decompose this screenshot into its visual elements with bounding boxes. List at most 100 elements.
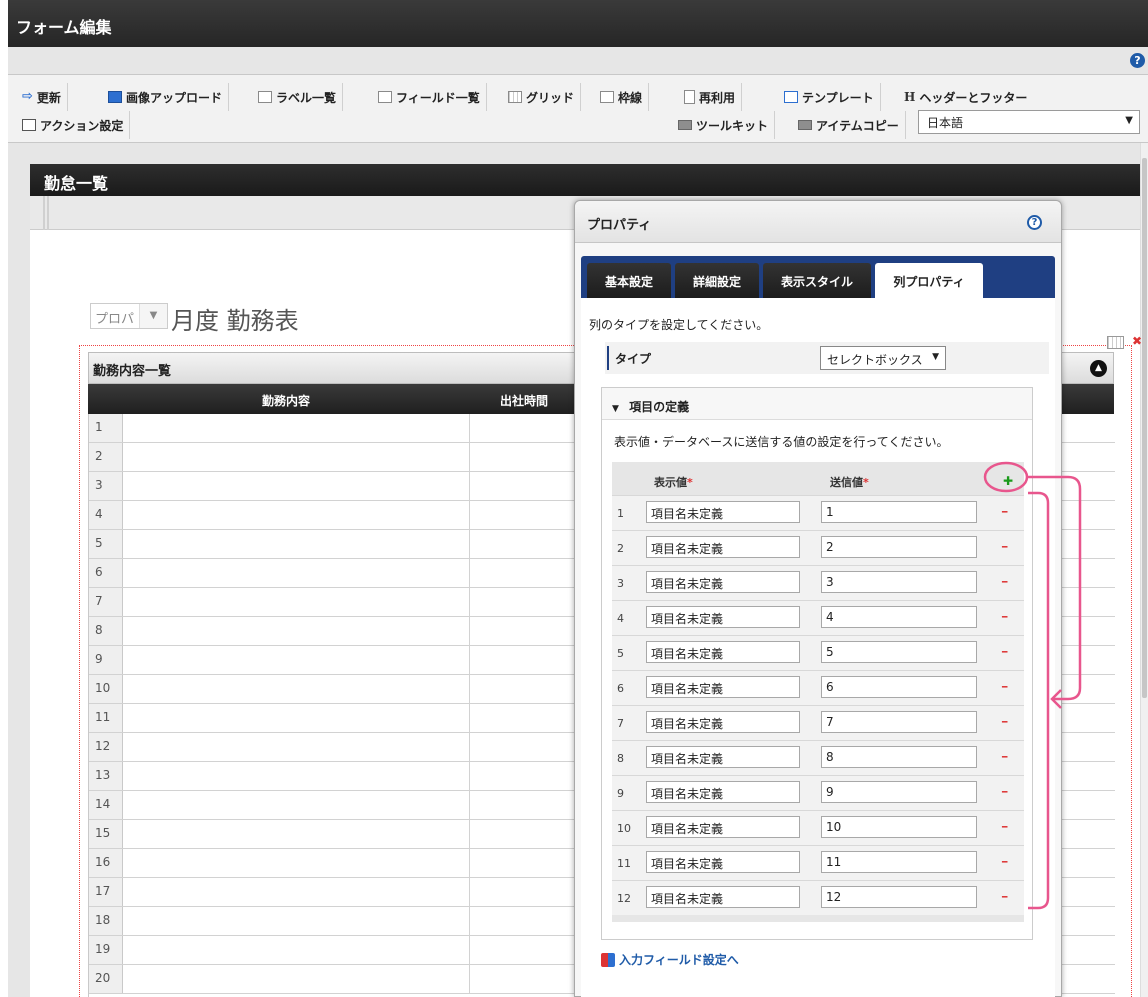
- item-number: 8: [617, 752, 624, 765]
- form-title: 勤怠一覧: [44, 174, 109, 193]
- display-value-input[interactable]: 項目名未定義: [646, 781, 800, 803]
- send-value-input[interactable]: 7: [821, 711, 977, 733]
- send-value-input[interactable]: 1: [821, 501, 977, 523]
- border-label: 枠線: [618, 90, 643, 105]
- close-icon[interactable]: ✖: [1132, 334, 1142, 348]
- send-value-input[interactable]: 12: [821, 886, 977, 908]
- grid-label: グリッド: [526, 90, 575, 105]
- update-icon: ⇨: [22, 89, 33, 104]
- display-value-input[interactable]: 項目名未定義: [646, 536, 800, 558]
- tab-column-properties[interactable]: 列プロパティ: [875, 263, 983, 299]
- display-value-input[interactable]: 項目名未定義: [646, 606, 800, 628]
- item-number: 4: [617, 612, 624, 625]
- display-value-input[interactable]: 項目名未定義: [646, 676, 800, 698]
- cell-divider: [469, 675, 470, 703]
- display-value-input[interactable]: 項目名未定義: [646, 816, 800, 838]
- display-value-input[interactable]: 項目名未定義: [646, 641, 800, 663]
- delete-item-icon[interactable]: ━: [1002, 858, 1007, 868]
- item-number: 7: [617, 717, 624, 730]
- cell-divider: [469, 907, 470, 935]
- item-copy-button[interactable]: アイテムコピー: [792, 111, 906, 139]
- field-list-button[interactable]: フィールド一覧: [372, 83, 487, 111]
- grid-settings-icon[interactable]: [1107, 336, 1124, 349]
- border-button[interactable]: 枠線: [594, 83, 650, 111]
- month-select-value: プロパ: [95, 312, 135, 327]
- row-number: 12: [89, 733, 123, 761]
- delete-item-icon[interactable]: ━: [1002, 753, 1007, 763]
- help-icon[interactable]: ?: [1130, 53, 1145, 68]
- item-number: 10: [617, 822, 631, 835]
- type-select[interactable]: セレクトボックス ▼: [820, 346, 946, 370]
- send-value-input[interactable]: 9: [821, 781, 977, 803]
- update-button[interactable]: ⇨ 更新: [16, 83, 68, 111]
- image-upload-icon: [108, 91, 122, 103]
- delete-item-icon[interactable]: ━: [1002, 823, 1007, 833]
- image-upload-button[interactable]: 画像アップロード: [102, 83, 230, 111]
- send-value-input[interactable]: 4: [821, 606, 977, 628]
- delete-item-icon[interactable]: ━: [1002, 613, 1007, 623]
- send-value-input[interactable]: 6: [821, 676, 977, 698]
- scrollbar-thumb[interactable]: [1142, 158, 1147, 698]
- cell-divider: [469, 791, 470, 819]
- delete-item-icon[interactable]: ━: [1002, 508, 1007, 518]
- item-row: 5 項目名未定義 5 ━: [612, 635, 1024, 670]
- cell-divider: [469, 414, 470, 442]
- delete-item-icon[interactable]: ━: [1002, 648, 1007, 658]
- delete-item-icon[interactable]: ━: [1002, 788, 1007, 798]
- display-value-input[interactable]: 項目名未定義: [646, 851, 800, 873]
- row-number: 17: [89, 878, 123, 906]
- template-button[interactable]: テンプレート: [778, 83, 881, 111]
- tab-basic-settings[interactable]: 基本設定: [587, 263, 671, 298]
- delete-item-icon[interactable]: ━: [1002, 893, 1007, 903]
- display-value-input[interactable]: 項目名未定義: [646, 571, 800, 593]
- delete-item-icon[interactable]: ━: [1002, 543, 1007, 553]
- row-number: 2: [89, 443, 123, 471]
- item-row: 8 項目名未定義 8 ━: [612, 740, 1024, 775]
- send-value-input[interactable]: 3: [821, 571, 977, 593]
- send-value-input[interactable]: 10: [821, 816, 977, 838]
- send-value-input[interactable]: 8: [821, 746, 977, 768]
- tab-detail-settings[interactable]: 詳細設定: [675, 263, 759, 298]
- delete-item-icon[interactable]: ━: [1002, 718, 1007, 728]
- item-definition-header[interactable]: ▼ 項目の定義: [602, 388, 1032, 420]
- item-row: 7 項目名未定義 7 ━: [612, 705, 1024, 740]
- header-footer-button[interactable]: H ヘッダーとフッター: [898, 83, 1033, 111]
- cell-divider: [469, 762, 470, 790]
- reuse-button[interactable]: 再利用: [678, 83, 743, 111]
- help-icon[interactable]: ?: [1027, 215, 1042, 230]
- row-number: 8: [89, 617, 123, 645]
- label-list-button[interactable]: ラベル一覧: [252, 83, 344, 111]
- row-number: 6: [89, 559, 123, 587]
- field-list-icon: [378, 91, 392, 103]
- action-settings-label: アクション設定: [40, 118, 124, 133]
- display-value-input[interactable]: 項目名未定義: [646, 746, 800, 768]
- send-value-input[interactable]: 2: [821, 536, 977, 558]
- add-item-icon[interactable]: ✚: [1003, 474, 1013, 488]
- chevron-down-icon: ▼: [1125, 115, 1133, 126]
- cell-divider: [469, 530, 470, 558]
- toolkit-button[interactable]: ツールキット: [672, 111, 776, 139]
- send-value-input[interactable]: 5: [821, 641, 977, 663]
- display-value-input[interactable]: 項目名未定義: [646, 886, 800, 908]
- delete-item-icon[interactable]: ━: [1002, 578, 1007, 588]
- input-field-settings-link[interactable]: 入力フィールド設定へ: [601, 951, 739, 968]
- display-value-input[interactable]: 項目名未定義: [646, 501, 800, 523]
- cell-divider: [469, 501, 470, 529]
- vertical-scrollbar[interactable]: [1140, 143, 1148, 997]
- grid-button[interactable]: グリッド: [502, 83, 582, 111]
- send-value-input[interactable]: 11: [821, 851, 977, 873]
- action-settings-button[interactable]: アクション設定: [16, 111, 131, 139]
- tab-display-style[interactable]: 表示スタイル: [763, 263, 871, 298]
- display-value-input[interactable]: 項目名未定義: [646, 711, 800, 733]
- panel-title: プロパティ: [587, 218, 652, 233]
- collapse-icon[interactable]: ▲: [1090, 360, 1107, 377]
- language-select[interactable]: 日本語 ▼: [918, 110, 1140, 134]
- row-number: 19: [89, 936, 123, 964]
- row-number: 15: [89, 820, 123, 848]
- delete-item-icon[interactable]: ━: [1002, 683, 1007, 693]
- toolkit-label: ツールキット: [696, 118, 769, 133]
- form-title-bar: 勤怠一覧: [30, 164, 1140, 196]
- item-row: 3 項目名未定義 3 ━: [612, 565, 1024, 600]
- type-row: タイプ セレクトボックス ▼: [605, 342, 1049, 374]
- month-select[interactable]: プロパ ▼: [90, 303, 168, 329]
